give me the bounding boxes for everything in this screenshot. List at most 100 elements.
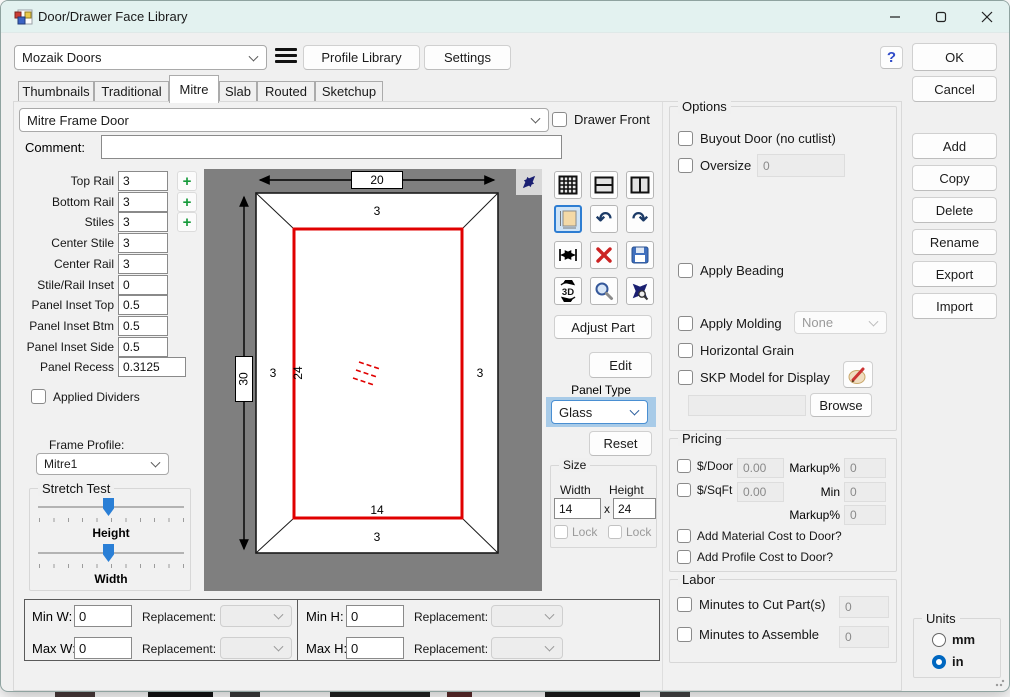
panel-inset-side-input[interactable]: [118, 337, 168, 357]
preview-resize-handle[interactable]: [516, 169, 542, 195]
delete-button[interactable]: Delete: [912, 197, 997, 223]
help-button[interactable]: ?: [880, 46, 903, 69]
size-width-input[interactable]: [554, 498, 601, 519]
width-slider-thumb[interactable]: [103, 544, 114, 562]
zoom-extents-button[interactable]: [626, 277, 654, 305]
add-top-rail-button[interactable]: +: [177, 171, 197, 191]
max-h-input[interactable]: [346, 637, 404, 659]
per-door-checkbox[interactable]: [677, 459, 691, 473]
tab-sketchup[interactable]: Sketchup: [315, 81, 383, 102]
rename-button[interactable]: Rename: [912, 229, 997, 255]
library-select-value: Mozaik Doors: [22, 50, 101, 65]
mm-radio[interactable]: [932, 633, 946, 647]
dimension-button[interactable]: [554, 241, 582, 269]
oversize-checkbox[interactable]: [678, 158, 693, 173]
param-row: Panel Inset Side: [19, 337, 189, 357]
chevron-down-icon: [531, 114, 541, 124]
save-button[interactable]: [626, 241, 654, 269]
minutes-to-cut-checkbox[interactable]: [677, 597, 692, 612]
minimize-button[interactable]: [872, 1, 918, 33]
edit-button[interactable]: Edit: [589, 352, 652, 378]
vertical-split-button[interactable]: [626, 171, 654, 199]
background-window-fragment: [545, 692, 640, 697]
library-select[interactable]: Mozaik Doors: [14, 45, 267, 70]
apply-beading-checkbox[interactable]: [678, 263, 693, 278]
center-stile-input[interactable]: [118, 233, 168, 253]
top-rail-input[interactable]: [118, 171, 168, 191]
pricing-title: Pricing: [678, 431, 726, 446]
panel-select-button[interactable]: [554, 205, 582, 233]
minutes-to-assemble-checkbox[interactable]: [677, 627, 692, 642]
browse-button[interactable]: Browse: [810, 393, 872, 417]
door-preview-canvas[interactable]: 20 30 3 3 24 3 14 3: [204, 169, 542, 591]
panel-type-select[interactable]: Glass: [551, 400, 648, 424]
min-w-input[interactable]: [74, 605, 132, 627]
stiles-input[interactable]: [118, 212, 168, 232]
tab-slab[interactable]: Slab: [219, 81, 257, 102]
tab-routed[interactable]: Routed: [257, 81, 315, 102]
redo-button[interactable]: ↷: [626, 205, 654, 233]
horizontal-split-button[interactable]: [590, 171, 618, 199]
applied-dividers-option: Applied Dividers: [31, 389, 140, 404]
svg-text:3D: 3D: [562, 287, 574, 298]
panel-recess-input[interactable]: [118, 357, 186, 377]
buyout-door-checkbox[interactable]: [678, 131, 693, 146]
zoom-button[interactable]: [590, 277, 618, 305]
import-button[interactable]: Import: [912, 293, 997, 319]
tab-mitre[interactable]: Mitre: [169, 75, 219, 103]
skp-model-checkbox[interactable]: [678, 370, 693, 385]
door-style-select[interactable]: Mitre Frame Door: [19, 108, 549, 132]
overall-width-dimension: 20: [351, 171, 403, 189]
in-radio[interactable]: [932, 655, 946, 669]
min-h-input[interactable]: [346, 605, 404, 627]
adjust-part-button[interactable]: Adjust Part: [554, 315, 652, 339]
units-group: Units mm in: [913, 618, 1001, 678]
copy-button[interactable]: Copy: [912, 165, 997, 191]
lock-width-checkbox[interactable]: [554, 525, 568, 539]
height-slider-thumb[interactable]: [103, 498, 114, 516]
add-bottom-rail-button[interactable]: +: [177, 192, 197, 212]
overall-height-dimension: 30: [235, 356, 253, 402]
horizontal-split-icon: [594, 175, 614, 195]
panel-inset-btm-input[interactable]: [118, 316, 168, 336]
reset-button[interactable]: Reset: [589, 431, 652, 456]
size-height-input[interactable]: [613, 498, 656, 519]
cancel-button[interactable]: Cancel: [912, 76, 997, 102]
close-button[interactable]: [964, 1, 1010, 33]
add-stiles-button[interactable]: +: [177, 212, 197, 232]
apply-molding-checkbox[interactable]: [678, 316, 693, 331]
menu-button[interactable]: [275, 48, 297, 66]
delete-part-button[interactable]: [590, 241, 618, 269]
ok-button[interactable]: OK: [912, 43, 997, 71]
export-button[interactable]: Export: [912, 261, 997, 287]
center-rail-input[interactable]: [118, 254, 168, 274]
horizontal-grain-checkbox[interactable]: [678, 343, 693, 358]
bottom-rail-input[interactable]: [118, 192, 168, 212]
3d-view-button[interactable]: 3D: [554, 277, 582, 305]
grid-divisions-button[interactable]: [554, 171, 582, 199]
frame-profile-select[interactable]: Mitre1: [36, 453, 169, 475]
tab-thumbnails[interactable]: Thumbnails: [18, 81, 94, 102]
panel-inset-top-input[interactable]: [118, 295, 168, 315]
buyout-door-option: Buyout Door (no cutlist): [678, 131, 836, 146]
skp-icon-button[interactable]: [843, 361, 873, 388]
undo-button[interactable]: ↶: [590, 205, 618, 233]
stile-rail-inset-input[interactable]: [118, 275, 168, 295]
applied-dividers-checkbox[interactable]: [31, 389, 46, 404]
drawer-front-checkbox[interactable]: [552, 112, 567, 127]
tab-traditional[interactable]: Traditional: [94, 81, 169, 102]
max-w-input[interactable]: [74, 637, 132, 659]
add-profile-cost-checkbox[interactable]: [677, 550, 691, 564]
window-resize-grip[interactable]: [995, 677, 1005, 687]
profile-library-button[interactable]: Profile Library: [303, 45, 420, 70]
max-h-replacement-select: [491, 637, 563, 659]
per-sqft-checkbox[interactable]: [677, 483, 691, 497]
comment-input[interactable]: [101, 135, 562, 159]
add-material-cost-checkbox[interactable]: [677, 529, 691, 543]
size-group: Size Width Height x Lock Lock: [550, 465, 657, 548]
add-button[interactable]: Add: [912, 133, 997, 159]
height-limits-box: Min H: Replacement: Max H: Replacement:: [297, 599, 660, 661]
settings-button[interactable]: Settings: [424, 45, 511, 70]
lock-height-checkbox[interactable]: [608, 525, 622, 539]
maximize-button[interactable]: [918, 1, 964, 33]
